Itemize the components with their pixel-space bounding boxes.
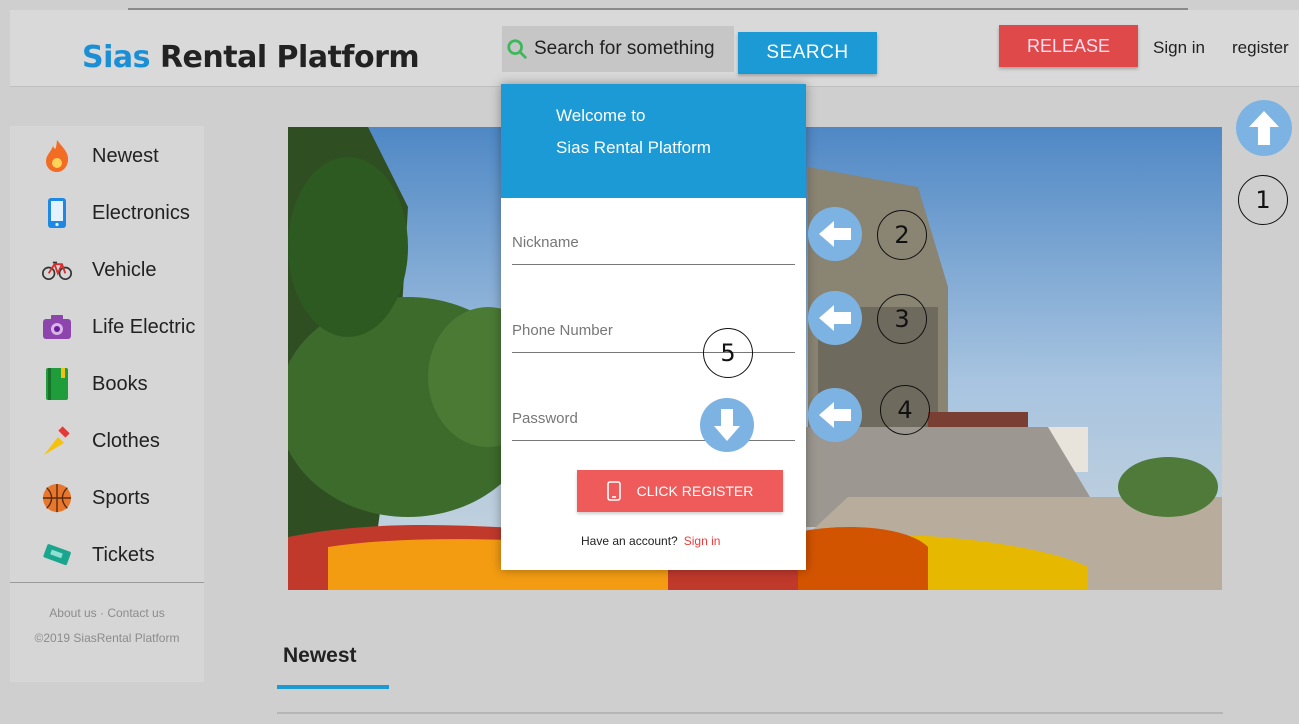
search-box — [502, 26, 734, 72]
annotation-3: 3 — [877, 294, 927, 344]
section-title: Newest — [283, 644, 357, 667]
brush-icon — [42, 424, 72, 458]
sidebar-item-label: Electronics — [92, 201, 190, 224]
sidebar-item-label: Books — [92, 372, 148, 395]
arrow-down-icon — [700, 398, 754, 452]
modal-sign-in-link[interactable]: Sign in — [684, 534, 721, 548]
ticket-icon — [42, 538, 72, 572]
modal-header: Welcome to Sias Rental Platform — [501, 84, 806, 198]
nickname-field — [512, 220, 795, 265]
phone-field — [512, 308, 795, 353]
content-divider — [277, 712, 1223, 714]
camera-icon — [42, 310, 72, 344]
arrow-left-icon — [808, 388, 862, 442]
footer-links[interactable]: About us · Contact us — [10, 606, 204, 620]
annotation-4: 4 — [880, 385, 930, 435]
register-button-label: CLICK REGISTER — [636, 483, 754, 499]
search-button[interactable]: SEARCH — [738, 32, 877, 74]
phone-icon — [42, 196, 72, 230]
sidebar-item-label: Sports — [92, 486, 150, 509]
sidebar-item-tickets[interactable]: Tickets — [10, 535, 204, 575]
welcome-line-1: Welcome to — [556, 106, 646, 125]
basketball-icon — [42, 481, 72, 515]
bicycle-icon — [42, 253, 72, 287]
sidebar-item-books[interactable]: Books — [10, 364, 204, 404]
sidebar-divider — [10, 582, 204, 583]
copyright-text: ©2019 SiasRental Platform — [34, 631, 180, 645]
section-tab-underline — [277, 685, 389, 689]
sidebar-item-label: Life Electric — [92, 315, 196, 338]
welcome-line-2: Sias Rental Platform — [556, 138, 711, 157]
phone-icon — [606, 481, 621, 501]
release-button[interactable]: RELEASE — [999, 25, 1138, 67]
category-sidebar: Newest Electronics Vehicle Life Electric… — [10, 126, 204, 682]
sidebar-item-label: Clothes — [92, 429, 160, 452]
sidebar-item-life-electric[interactable]: Life Electric — [10, 307, 204, 347]
sidebar-item-label: Tickets — [92, 543, 155, 566]
sidebar-item-newest[interactable]: Newest — [10, 136, 204, 176]
phone-input[interactable] — [512, 308, 795, 352]
sidebar-item-clothes[interactable]: Clothes — [10, 421, 204, 461]
sidebar-item-label: Newest — [92, 144, 159, 167]
sidebar-item-electronics[interactable]: Electronics — [10, 193, 204, 233]
arrow-left-icon — [808, 291, 862, 345]
register-link[interactable]: register — [1232, 38, 1289, 58]
sidebar-item-vehicle[interactable]: Vehicle — [10, 250, 204, 290]
search-input[interactable] — [532, 37, 726, 61]
search-icon — [507, 39, 528, 60]
flame-icon — [42, 139, 72, 173]
arrow-left-icon — [808, 207, 862, 261]
annotation-2: 2 — [877, 210, 927, 260]
register-modal: Welcome to Sias Rental Platform CLICK RE… — [501, 84, 806, 570]
click-register-button[interactable]: CLICK REGISTER — [577, 470, 783, 512]
have-account-text: Have an account? — [581, 534, 678, 548]
have-account-row: Have an account? Sign in — [581, 534, 720, 548]
nickname-input[interactable] — [512, 220, 795, 264]
annotation-5: 5 — [703, 328, 753, 378]
arrow-up-icon — [1236, 100, 1292, 156]
annotation-1: 1 — [1238, 175, 1288, 225]
sign-in-link[interactable]: Sign in — [1153, 38, 1205, 58]
sidebar-item-label: Vehicle — [92, 258, 157, 281]
brand-logo[interactable]: Sias Rental Platform — [82, 40, 420, 75]
sidebar-item-sports[interactable]: Sports — [10, 478, 204, 518]
book-icon — [42, 367, 72, 401]
